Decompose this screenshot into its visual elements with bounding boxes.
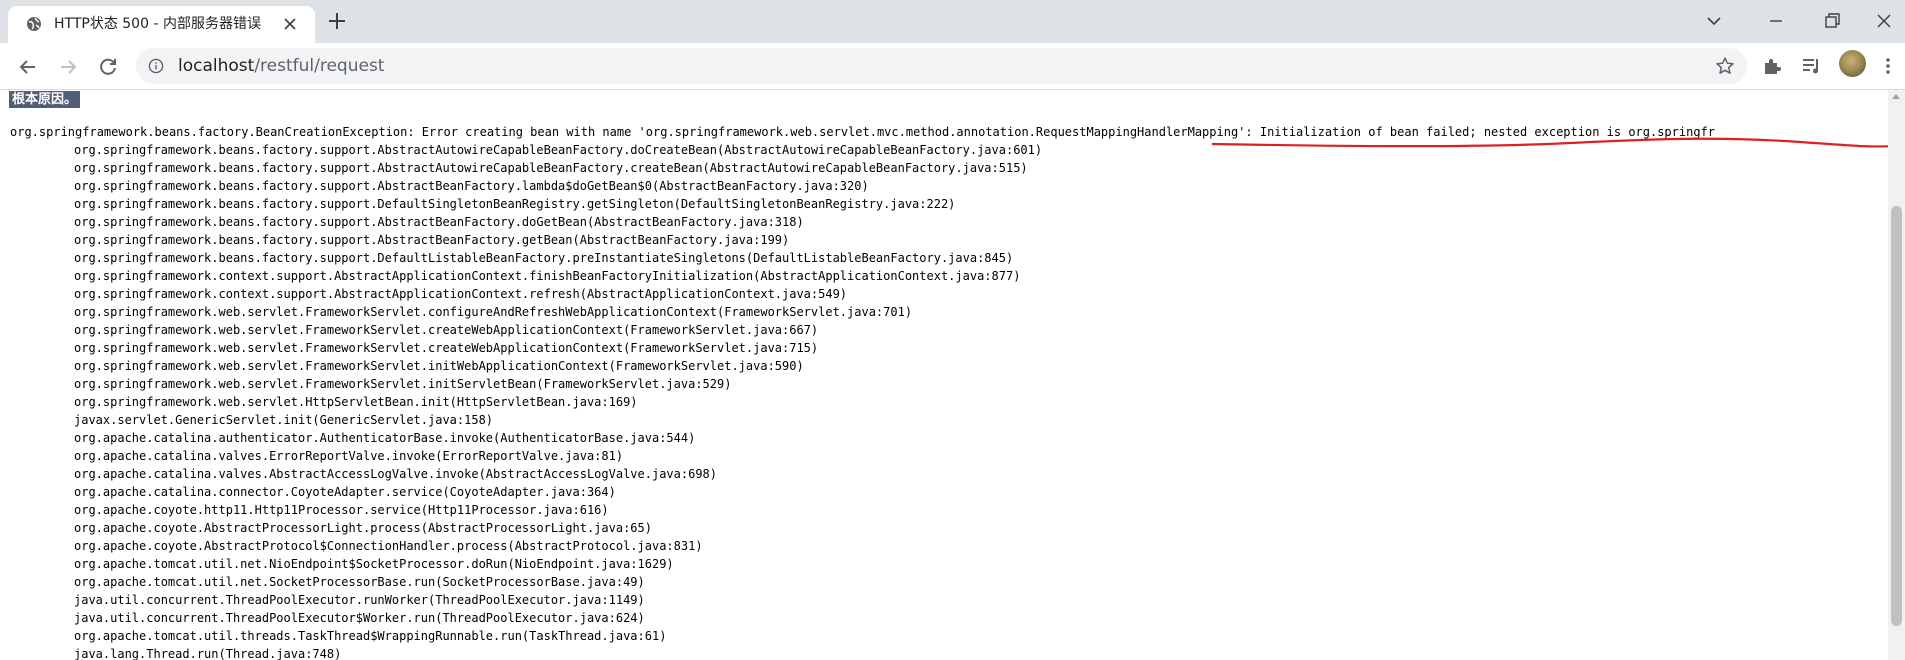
page-content: 根本原因。 org.springframework.beans.factory.… xyxy=(0,90,1888,660)
stack-frame: org.springframework.beans.factory.suppor… xyxy=(74,179,869,193)
url-text[interactable]: localhost/restful/request xyxy=(178,56,384,76)
stack-frame: org.springframework.context.support.Abst… xyxy=(74,269,1021,283)
star-icon[interactable] xyxy=(1715,56,1735,76)
stack-frame: org.apache.catalina.valves.ErrorReportVa… xyxy=(74,449,624,463)
stack-frame: org.springframework.beans.factory.suppor… xyxy=(74,233,790,247)
stack-frame: org.apache.coyote.AbstractProcessorLight… xyxy=(74,521,652,535)
chevron-down-icon[interactable] xyxy=(1700,7,1728,35)
stack-frame: org.springframework.web.servlet.HttpServ… xyxy=(74,395,638,409)
avatar-icon[interactable] xyxy=(1839,50,1866,77)
stack-frame: org.springframework.web.servlet.Framewor… xyxy=(74,323,819,337)
back-arrow-icon[interactable] xyxy=(14,53,42,81)
close-icon[interactable] xyxy=(280,14,300,34)
reading-list-icon[interactable] xyxy=(1800,55,1822,77)
kebab-menu-icon[interactable] xyxy=(1882,55,1894,77)
url-path: /restful/request xyxy=(254,56,385,76)
plus-icon[interactable] xyxy=(326,10,348,32)
stack-frames: org.springframework.beans.factory.suppor… xyxy=(10,141,1715,660)
stack-frame: org.apache.catalina.authenticator.Authen… xyxy=(74,431,696,445)
stack-frame: org.springframework.context.support.Abst… xyxy=(74,287,848,301)
puzzle-icon[interactable] xyxy=(1761,55,1783,77)
forward-arrow-icon[interactable] xyxy=(54,53,82,81)
stack-frame: java.util.concurrent.ThreadPoolExecutor$… xyxy=(74,611,645,625)
stack-frame: org.apache.tomcat.util.net.NioEndpoint$S… xyxy=(74,557,674,571)
stack-frame: org.springframework.web.servlet.Framewor… xyxy=(74,377,732,391)
vertical-scrollbar[interactable] xyxy=(1888,90,1905,660)
reload-icon[interactable] xyxy=(94,53,122,81)
tab-strip: HTTP状态 500 - 内部服务器错误 xyxy=(0,0,1905,43)
stack-frame: org.springframework.web.servlet.Framewor… xyxy=(74,341,819,355)
globe-icon xyxy=(27,17,41,31)
browser-toolbar: localhost/restful/request xyxy=(0,43,1905,90)
window-close-icon[interactable] xyxy=(1870,7,1898,35)
tab-active[interactable]: HTTP状态 500 - 内部服务器错误 xyxy=(8,6,315,43)
stack-frame: org.springframework.beans.factory.suppor… xyxy=(74,251,1014,265)
stack-frame: org.springframework.web.servlet.Framewor… xyxy=(74,359,804,373)
minimize-icon[interactable] xyxy=(1762,7,1790,35)
info-icon[interactable] xyxy=(148,58,164,74)
scroll-up-arrow[interactable] xyxy=(1892,94,1900,99)
stack-frame: org.apache.catalina.connector.CoyoteAdap… xyxy=(74,485,616,499)
url-host: localhost xyxy=(178,56,255,76)
stack-frame: org.springframework.beans.factory.suppor… xyxy=(74,215,804,229)
stack-frame: org.apache.coyote.http11.Http11Processor… xyxy=(74,503,609,517)
stack-frame: java.lang.Thread.run(Thread.java:748) xyxy=(74,647,342,660)
stack-frame: org.springframework.beans.factory.suppor… xyxy=(74,197,956,211)
address-bar[interactable]: localhost/restful/request xyxy=(136,48,1747,84)
stack-frame: org.springframework.beans.factory.suppor… xyxy=(74,161,1028,175)
stack-trace: org.springframework.beans.factory.BeanCr… xyxy=(10,123,1715,660)
stack-frame: javax.servlet.GenericServlet.init(Generi… xyxy=(74,413,494,427)
scrollbar-thumb[interactable] xyxy=(1891,206,1902,626)
stack-frame: org.apache.tomcat.util.net.SocketProcess… xyxy=(74,575,645,589)
root-cause-heading: 根本原因。 xyxy=(9,91,81,108)
stack-frame: org.apache.coyote.AbstractProtocol$Conne… xyxy=(74,539,703,553)
stack-frame: org.apache.catalina.valves.AbstractAcces… xyxy=(74,467,717,481)
restore-icon[interactable] xyxy=(1818,7,1846,35)
stack-frame: org.springframework.web.servlet.Framewor… xyxy=(74,305,913,319)
stack-frame: org.apache.tomcat.util.threads.TaskThrea… xyxy=(74,629,667,643)
red-underline-annotation xyxy=(1211,137,1888,148)
stack-frame: java.util.concurrent.ThreadPoolExecutor.… xyxy=(74,593,645,607)
tab-title: HTTP状态 500 - 内部服务器错误 xyxy=(54,16,261,32)
